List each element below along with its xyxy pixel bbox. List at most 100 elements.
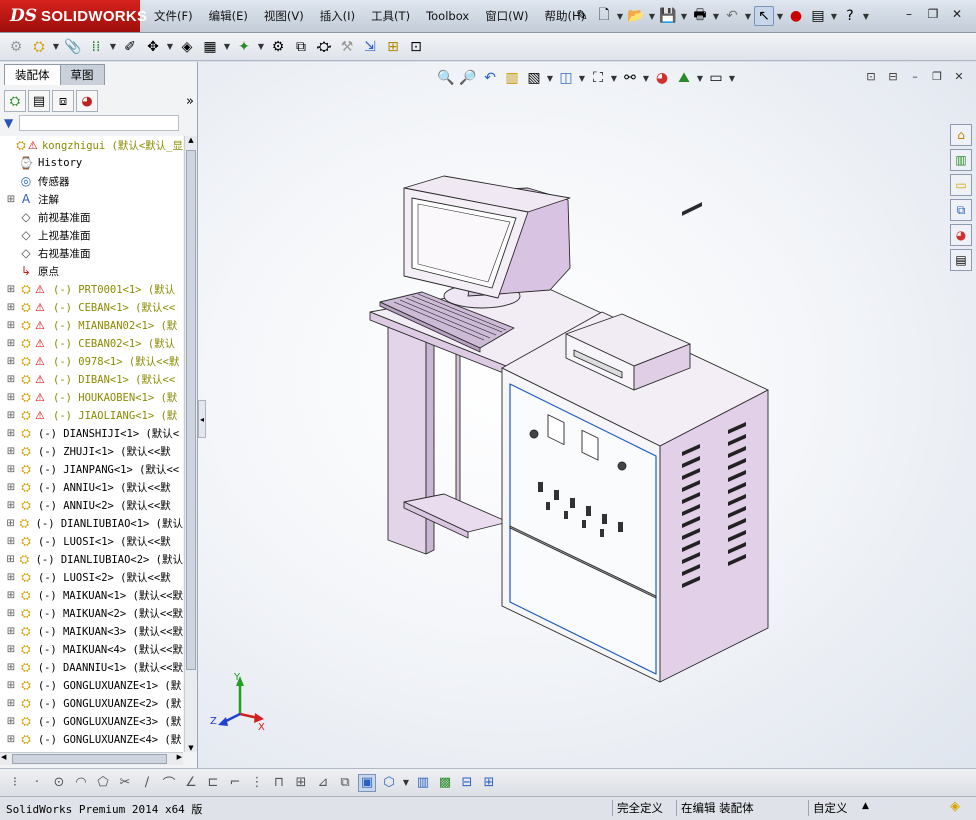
open-dropdown-icon[interactable]: ▼ (648, 12, 656, 21)
tree-item[interactable]: ⊞ ⛭ (-) MAIKUAN<2> (默认<<默 (0, 604, 183, 622)
tree-item[interactable]: ⊞ ⛭ ⚠ (-) PRT0001<1> (默认 (0, 280, 183, 298)
help-question-icon[interactable]: ? (840, 6, 860, 26)
menu-edit[interactable]: 编辑(E) (201, 8, 256, 24)
expand-toggle-icon[interactable]: ⊞ (6, 446, 16, 457)
tree-item[interactable]: ◇ 右视基准面 (0, 244, 183, 262)
menu-insert[interactable]: 插入(I) (312, 8, 363, 24)
circle-icon[interactable]: ⊙ (50, 774, 68, 792)
point-icon[interactable]: · (28, 774, 46, 792)
instant3d-icon[interactable]: ⇲ (360, 37, 380, 57)
box-select-icon[interactable]: ⧉ (336, 774, 354, 792)
tree-item[interactable]: ⊞ ⛭ (-) DIANSHIJI<1> (默认< (0, 424, 183, 442)
select-dropdown-icon[interactable]: ▼ (776, 12, 784, 21)
tree-horizontal-scrollbar[interactable]: ◀ ▶ (0, 752, 183, 765)
scroll-left-icon[interactable]: ◀ (1, 753, 6, 761)
features-dropdown-icon[interactable]: ▼ (223, 42, 231, 51)
tree-item[interactable]: ⊞ ⛭ (-) ANNIU<1> (默认<<默 (0, 478, 183, 496)
undo-icon[interactable]: ↶ (722, 6, 742, 26)
tree-item[interactable]: ⊞ A 注解 (0, 190, 183, 208)
menu-view[interactable]: 视图(V) (256, 8, 312, 24)
tree-item[interactable]: ⊞ ⛭ ⚠ (-) 0978<1> (默认<<默 (0, 352, 183, 370)
expand-toggle-icon[interactable]: ⊞ (6, 662, 16, 673)
restore-icon[interactable]: ❐ (924, 6, 942, 22)
display-mode-dropdown-icon[interactable]: ▼ (402, 778, 410, 787)
tree-item[interactable]: ⊞ ⛭ ⚠ (-) DIBAN<1> (默认<< (0, 370, 183, 388)
tree-item[interactable]: ⊞ ⛭ (-) DAANNIU<1> (默认<<默 (0, 658, 183, 676)
tree-hscroll-thumb[interactable] (12, 754, 167, 764)
rebuild-tag-icon[interactable]: ◈ (950, 799, 960, 814)
fillet-icon[interactable]: ⌒ (160, 774, 178, 792)
window-cascade-icon[interactable]: ⊞ (480, 774, 498, 792)
tree-item[interactable]: ⊞ ⛭ (-) GONGLUXUANZE<3> (默 (0, 712, 183, 730)
new-part-dropdown-icon[interactable]: ▼ (52, 42, 60, 51)
expand-panel-icon[interactable]: » (186, 94, 194, 109)
expand-toggle-icon[interactable]: ⊞ (6, 626, 16, 637)
expand-toggle-icon[interactable]: ⊞ (6, 374, 16, 385)
tree-item[interactable]: ⊞ ⛭ ⚠ (-) MIANBAN02<1> (默 (0, 316, 183, 334)
display-manager-icon[interactable]: ◕ (76, 90, 98, 112)
expand-toggle-icon[interactable]: ⊞ (6, 698, 16, 709)
show-hidden-icon[interactable]: ◈ (177, 37, 197, 57)
expand-toggle-icon[interactable]: ⊞ (6, 284, 16, 295)
tree-item[interactable]: ⊞ ⛭ (-) GONGLUXUANZE<1> (默 (0, 676, 183, 694)
tree-item[interactable]: ↳ 原点 (0, 262, 183, 280)
tree-item[interactable]: ⊞ ⛭ (-) ZHUJI<1> (默认<<默 (0, 442, 183, 460)
tree-scroll-thumb[interactable] (186, 150, 196, 670)
expand-toggle-icon[interactable]: ⊞ (6, 518, 15, 529)
update-speedpak-icon[interactable]: ⊞ (383, 37, 403, 57)
tree-item[interactable]: ⊞ ⛭ (-) DIANLIUBIAO<2> (默认 (0, 550, 183, 568)
expand-toggle-icon[interactable]: ⊞ (6, 482, 16, 493)
arc-icon[interactable]: ◠ (72, 774, 90, 792)
expand-toggle-icon[interactable]: ⊞ (6, 590, 16, 601)
tree-item[interactable]: ⌚ History (0, 154, 183, 172)
tree-vertical-scrollbar[interactable]: ▲ ▼ (184, 136, 197, 752)
expand-toggle-icon[interactable]: ⊞ (6, 536, 16, 547)
convert-entities-icon[interactable]: ⋮ (248, 774, 266, 792)
interference-icon[interactable]: ⚒ (337, 37, 357, 57)
tree-item[interactable]: ⊞ ⛭ (-) GONGLUXUANZE<4> (默 (0, 730, 183, 748)
tree-item[interactable]: ⊞ ⛭ ⚠ (-) CEBAN02<1> (默认 (0, 334, 183, 352)
dimension-icon[interactable]: ⊓ (270, 774, 288, 792)
tree-item[interactable]: ⊞ ⛭ (-) JIANPANG<1> (默认<< (0, 460, 183, 478)
expand-toggle-icon[interactable]: ⊞ (6, 464, 16, 475)
help-dropdown-icon[interactable]: ▼ (862, 12, 870, 21)
new-dropdown-icon[interactable]: ▼ (616, 12, 624, 21)
tree-item[interactable]: ◇ 前视基准面 (0, 208, 183, 226)
reference-geometry-icon[interactable]: ✦ (234, 37, 254, 57)
shaded-view-icon[interactable]: ▣ (358, 773, 376, 792)
window-tile-icon[interactable]: ⊟ (458, 774, 476, 792)
trim-icon[interactable]: ✂ (116, 774, 134, 792)
solidworks-logo[interactable]: DS SOLIDWORKS (0, 0, 147, 32)
move-dropdown-icon[interactable]: ▼ (166, 42, 174, 51)
pattern-dropdown-icon[interactable]: ▼ (109, 42, 117, 51)
expand-toggle-icon[interactable]: ⊞ (6, 608, 16, 619)
feature-manager-tree-icon[interactable]: ⛭ (4, 90, 26, 112)
expand-toggle-icon[interactable]: ⊞ (6, 302, 16, 313)
appearance-mode-icon[interactable]: ▩ (436, 774, 454, 792)
select-arrow-icon[interactable]: ↖ (754, 6, 774, 26)
edit-component-icon[interactable]: ✐ (120, 37, 140, 57)
tree-item[interactable]: ⊞ ⛭ (-) GONGLUXUANZE<2> (默 (0, 694, 183, 712)
menu-window[interactable]: 窗口(W) (477, 8, 536, 24)
expand-toggle-icon[interactable]: ⊞ (6, 410, 16, 421)
expand-toggle-icon[interactable]: ⊞ (6, 680, 16, 691)
pin-icon[interactable]: ✎ (572, 6, 592, 26)
properties-dropdown-icon[interactable]: ▼ (830, 12, 838, 21)
tree-item[interactable]: ⊞ ⛭ (-) ANNIU<2> (默认<<默 (0, 496, 183, 514)
menu-tools[interactable]: 工具(T) (363, 8, 418, 24)
expand-toggle-icon[interactable]: ⊞ (6, 428, 16, 439)
rebuild-traffic-light-icon[interactable]: ● (786, 6, 806, 26)
chamfer-icon[interactable]: ∠ (182, 774, 200, 792)
close-icon[interactable]: ✕ (948, 6, 966, 22)
corner-rect-icon[interactable]: ⌐ (226, 774, 244, 792)
unit-system[interactable]: 自定义 (808, 800, 852, 816)
angle-icon[interactable]: ⊿ (314, 774, 332, 792)
undo-dropdown-icon[interactable]: ▼ (744, 12, 752, 21)
take-snapshot-icon[interactable]: ⊡ (406, 37, 426, 57)
file-properties-icon[interactable]: ▤ (808, 6, 828, 26)
tree-item[interactable]: ⊞ ⛭ (-) LUOSI<1> (默认<<默 (0, 532, 183, 550)
section-icon[interactable]: ▥ (414, 774, 432, 792)
tree-item[interactable]: ⊞ ⛭ (-) MAIKUAN<3> (默认<<默 (0, 622, 183, 640)
property-manager-icon[interactable]: ▤ (28, 90, 50, 112)
explode-line-icon[interactable]: ⛮ (314, 37, 334, 57)
